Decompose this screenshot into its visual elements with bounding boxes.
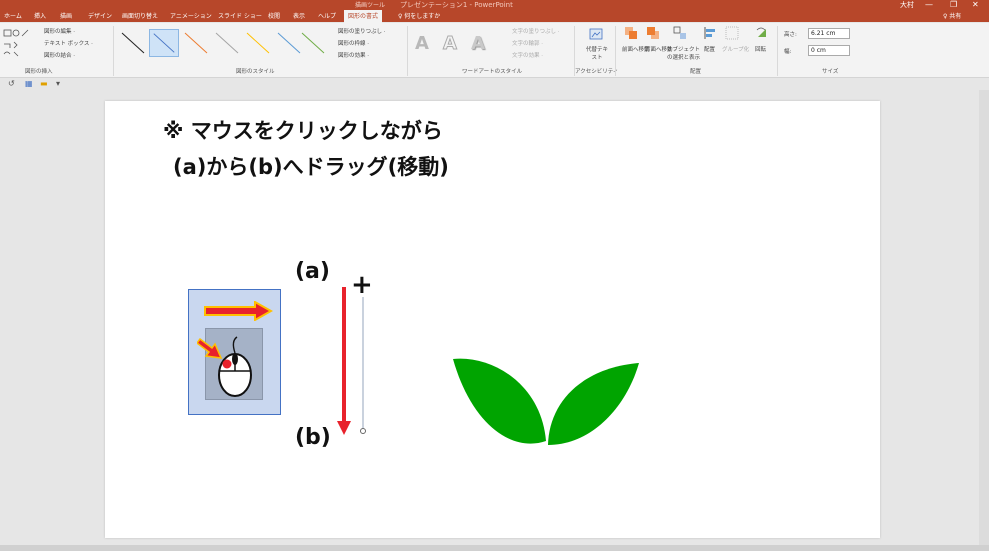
group-label-shape-styles: 図形のスタイル [236,69,275,75]
group-label-accessibility: アクセシビリティ [575,69,619,75]
slide-canvas[interactable]: ※ マウスをクリックしながら (a)から(b)へドラッグ(移動) (a) (b)… [105,101,880,538]
width-input[interactable]: 0 cm [808,45,850,56]
line-style-gold[interactable] [243,29,273,57]
tab-insert[interactable]: 挿入 [34,10,46,23]
divider [777,26,778,76]
shape-outline-item[interactable]: 図形の枠線 · [338,39,369,47]
width-label: 幅: [784,49,792,55]
green-leaves-shape[interactable] [451,353,641,453]
group-icon[interactable] [725,26,739,40]
line-style-blue[interactable] [149,29,179,57]
alt-text-button[interactable]: 代替テキスト [584,45,610,61]
group-label-size: サイズ [822,69,839,75]
group-label-arrange: 配置 [690,69,702,75]
group-label-wordart-styles: ワードアートのスタイル [462,69,523,75]
tab-draw[interactable]: 描画 [60,10,72,23]
group-label-insert-shapes: 図形の挿入 [25,69,53,75]
customize-icon[interactable]: ▾ [56,78,60,90]
divider [407,26,408,76]
tab-help[interactable]: ヘルプ [318,10,336,23]
text-effects-item[interactable]: 文字の効果 · [512,51,543,59]
tell-me-search[interactable]: ♀ 何をしますか [398,10,440,23]
divider [615,26,616,76]
label-a: (a) [295,259,330,284]
shape-fill-item[interactable]: 図形の塗りつぶし · [338,27,386,35]
wordart-style-shadow[interactable]: A [471,33,485,54]
tab-design[interactable]: デザイン [88,10,112,23]
undo-icon[interactable]: ↺ [8,78,15,90]
mouse-icon [197,336,252,397]
rotate-button[interactable]: 回転 [755,45,766,53]
line-style-orange[interactable] [181,29,211,57]
tab-review[interactable]: 校閲 [268,10,280,23]
tab-home[interactable]: ホーム [4,10,22,23]
height-label: 高さ: [784,32,797,38]
text-outline-item[interactable]: 文字の輪郭 · [512,39,543,47]
restore-button[interactable]: ❐ [950,0,957,9]
rotate-icon[interactable] [755,26,769,40]
text-fill-item[interactable]: 文字の塗りつぶし · [512,27,560,35]
shape-gallery-icon[interactable] [2,28,38,58]
align-button[interactable]: 配置 [704,45,715,53]
user-name[interactable]: 大村 [900,0,914,10]
wordart-style-outline[interactable]: A [443,33,458,55]
minimize-button[interactable]: — [925,0,933,9]
drag-path-arrow [337,287,366,435]
context-tools-label: 描画ツール [355,2,386,9]
merge-shapes-item[interactable]: 図形の結合 · [44,51,75,59]
ribbon-tabs: ホーム 挿入 描画 デザイン 画面切り替え アニメーション スライド ショー 校… [0,10,989,23]
instruction-line-2: (a)から(b)へドラッグ(移動) [173,155,449,179]
text-box-item[interactable]: テキスト ボックス · [44,39,93,47]
tab-shape-format[interactable]: 図形の書式 [344,10,383,23]
tab-slideshow[interactable]: スライド ショー [218,10,262,23]
height-input[interactable]: 6.21 cm [808,28,850,39]
selection-pane-button[interactable]: オブジェクトの選択と表示 [667,45,701,61]
selection-pane-icon[interactable] [673,26,687,40]
vertical-scrollbar[interactable] [979,90,989,551]
divider [113,26,114,76]
alt-text-icon[interactable] [589,28,603,42]
edit-shape-item[interactable]: 図形の編集 · [44,27,75,35]
tab-animations[interactable]: アニメーション [170,10,212,23]
line-style-black[interactable] [118,29,148,57]
line-style-green[interactable] [298,29,328,57]
shape-effects-item[interactable]: 図形の効果 · [338,51,369,59]
label-b: (b) [295,425,331,450]
send-backward-icon[interactable] [646,26,660,40]
share-button[interactable]: ♀ 共有 [943,10,961,23]
crosshair-cursor-icon: + [351,270,373,300]
folder-icon[interactable]: ▬ [40,78,48,90]
tab-view[interactable]: 表示 [293,10,305,23]
bring-forward-icon[interactable] [624,26,638,40]
instruction-line-1: ※ マウスをクリックしながら [163,119,443,143]
status-bar [0,545,989,551]
line-style-gray[interactable] [212,29,242,57]
window-title: プレゼンテーション1 - PowerPoint [400,1,513,9]
group-button[interactable]: グループ化 [722,45,749,53]
tab-transitions[interactable]: 画面切り替え [122,10,158,23]
right-arrow-icon [204,301,273,321]
ribbon: 図形の編集 · テキスト ボックス · 図形の結合 · 図形の挿入 図形の塗りつ… [0,23,989,78]
wordart-style-plain[interactable]: A [415,33,429,54]
close-button[interactable]: ✕ [972,0,979,9]
align-icon[interactable] [703,26,717,40]
quick-access-row: ↺ ▦ ▬ ▾ [0,78,989,90]
slide-icon[interactable]: ▦ [25,78,33,90]
